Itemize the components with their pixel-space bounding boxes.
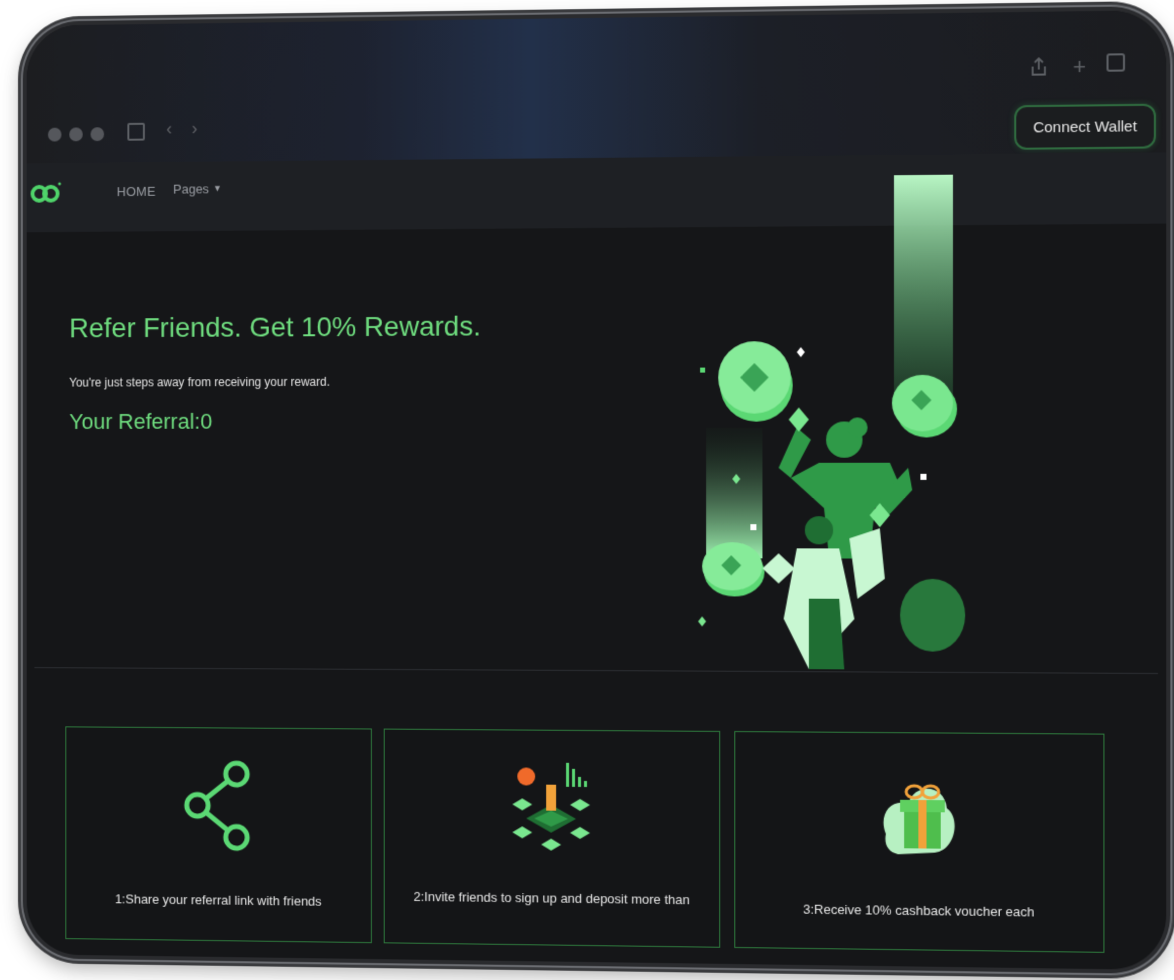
site-navbar: HOME Pages ▼	[26, 152, 1167, 233]
nav-pages-dropdown[interactable]: Pages ▼	[173, 181, 222, 196]
new-tab-icon[interactable]: +	[1073, 54, 1086, 81]
forward-icon[interactable]: ›	[192, 118, 198, 139]
step-1-text: 1:Share your referral link with friends	[114, 891, 322, 909]
window-controls	[47, 127, 105, 142]
minimize-dot[interactable]	[69, 127, 83, 142]
gift-icon	[883, 773, 955, 855]
nav-pages-label: Pages	[173, 181, 210, 197]
share-icon[interactable]	[1031, 56, 1047, 82]
step-3-text: 3:Receive 10% cashback voucher each	[802, 901, 1035, 920]
hero-title: Refer Friends. Get 10% Rewards.	[69, 310, 481, 344]
chevron-down-icon: ▼	[212, 183, 222, 194]
step-card-2: 2:Invite friends to sign up and deposit …	[383, 728, 721, 948]
referral-label: Your Referral:	[69, 408, 201, 434]
logo-icon[interactable]	[31, 181, 62, 205]
section-divider	[34, 667, 1158, 675]
step-card-1: 1:Share your referral link with friends	[65, 726, 372, 944]
share-icon	[184, 756, 252, 856]
close-dot[interactable]	[47, 127, 62, 142]
sidebar-toggle-icon[interactable]	[127, 122, 145, 141]
referral-count-line: Your Referral:0	[69, 409, 212, 435]
connect-wallet-button[interactable]: Connect Wallet	[1014, 103, 1156, 150]
invite-illustration-icon	[512, 763, 590, 852]
step-2-text: 2:Invite friends to sign up and deposit …	[413, 888, 690, 908]
screen: ‹ › + Connect Wallet HOME Pages ▼ Refer F…	[26, 10, 1167, 970]
tabs-overview-icon[interactable]	[1106, 53, 1126, 72]
tablet-frame: ‹ › + Connect Wallet HOME Pages ▼ Refer F…	[22, 5, 1171, 975]
referral-illustration	[698, 174, 966, 670]
browser-toolbar: ‹ › + Connect Wallet	[26, 10, 1167, 164]
back-icon[interactable]: ‹	[166, 119, 172, 140]
step-card-3: 3:Receive 10% cashback voucher each	[734, 731, 1105, 953]
nav-home-link[interactable]: HOME	[117, 184, 156, 199]
referral-count: 0	[200, 408, 213, 434]
maximize-dot[interactable]	[90, 127, 105, 142]
hero-subtitle: You're just steps away from receiving yo…	[69, 374, 330, 390]
